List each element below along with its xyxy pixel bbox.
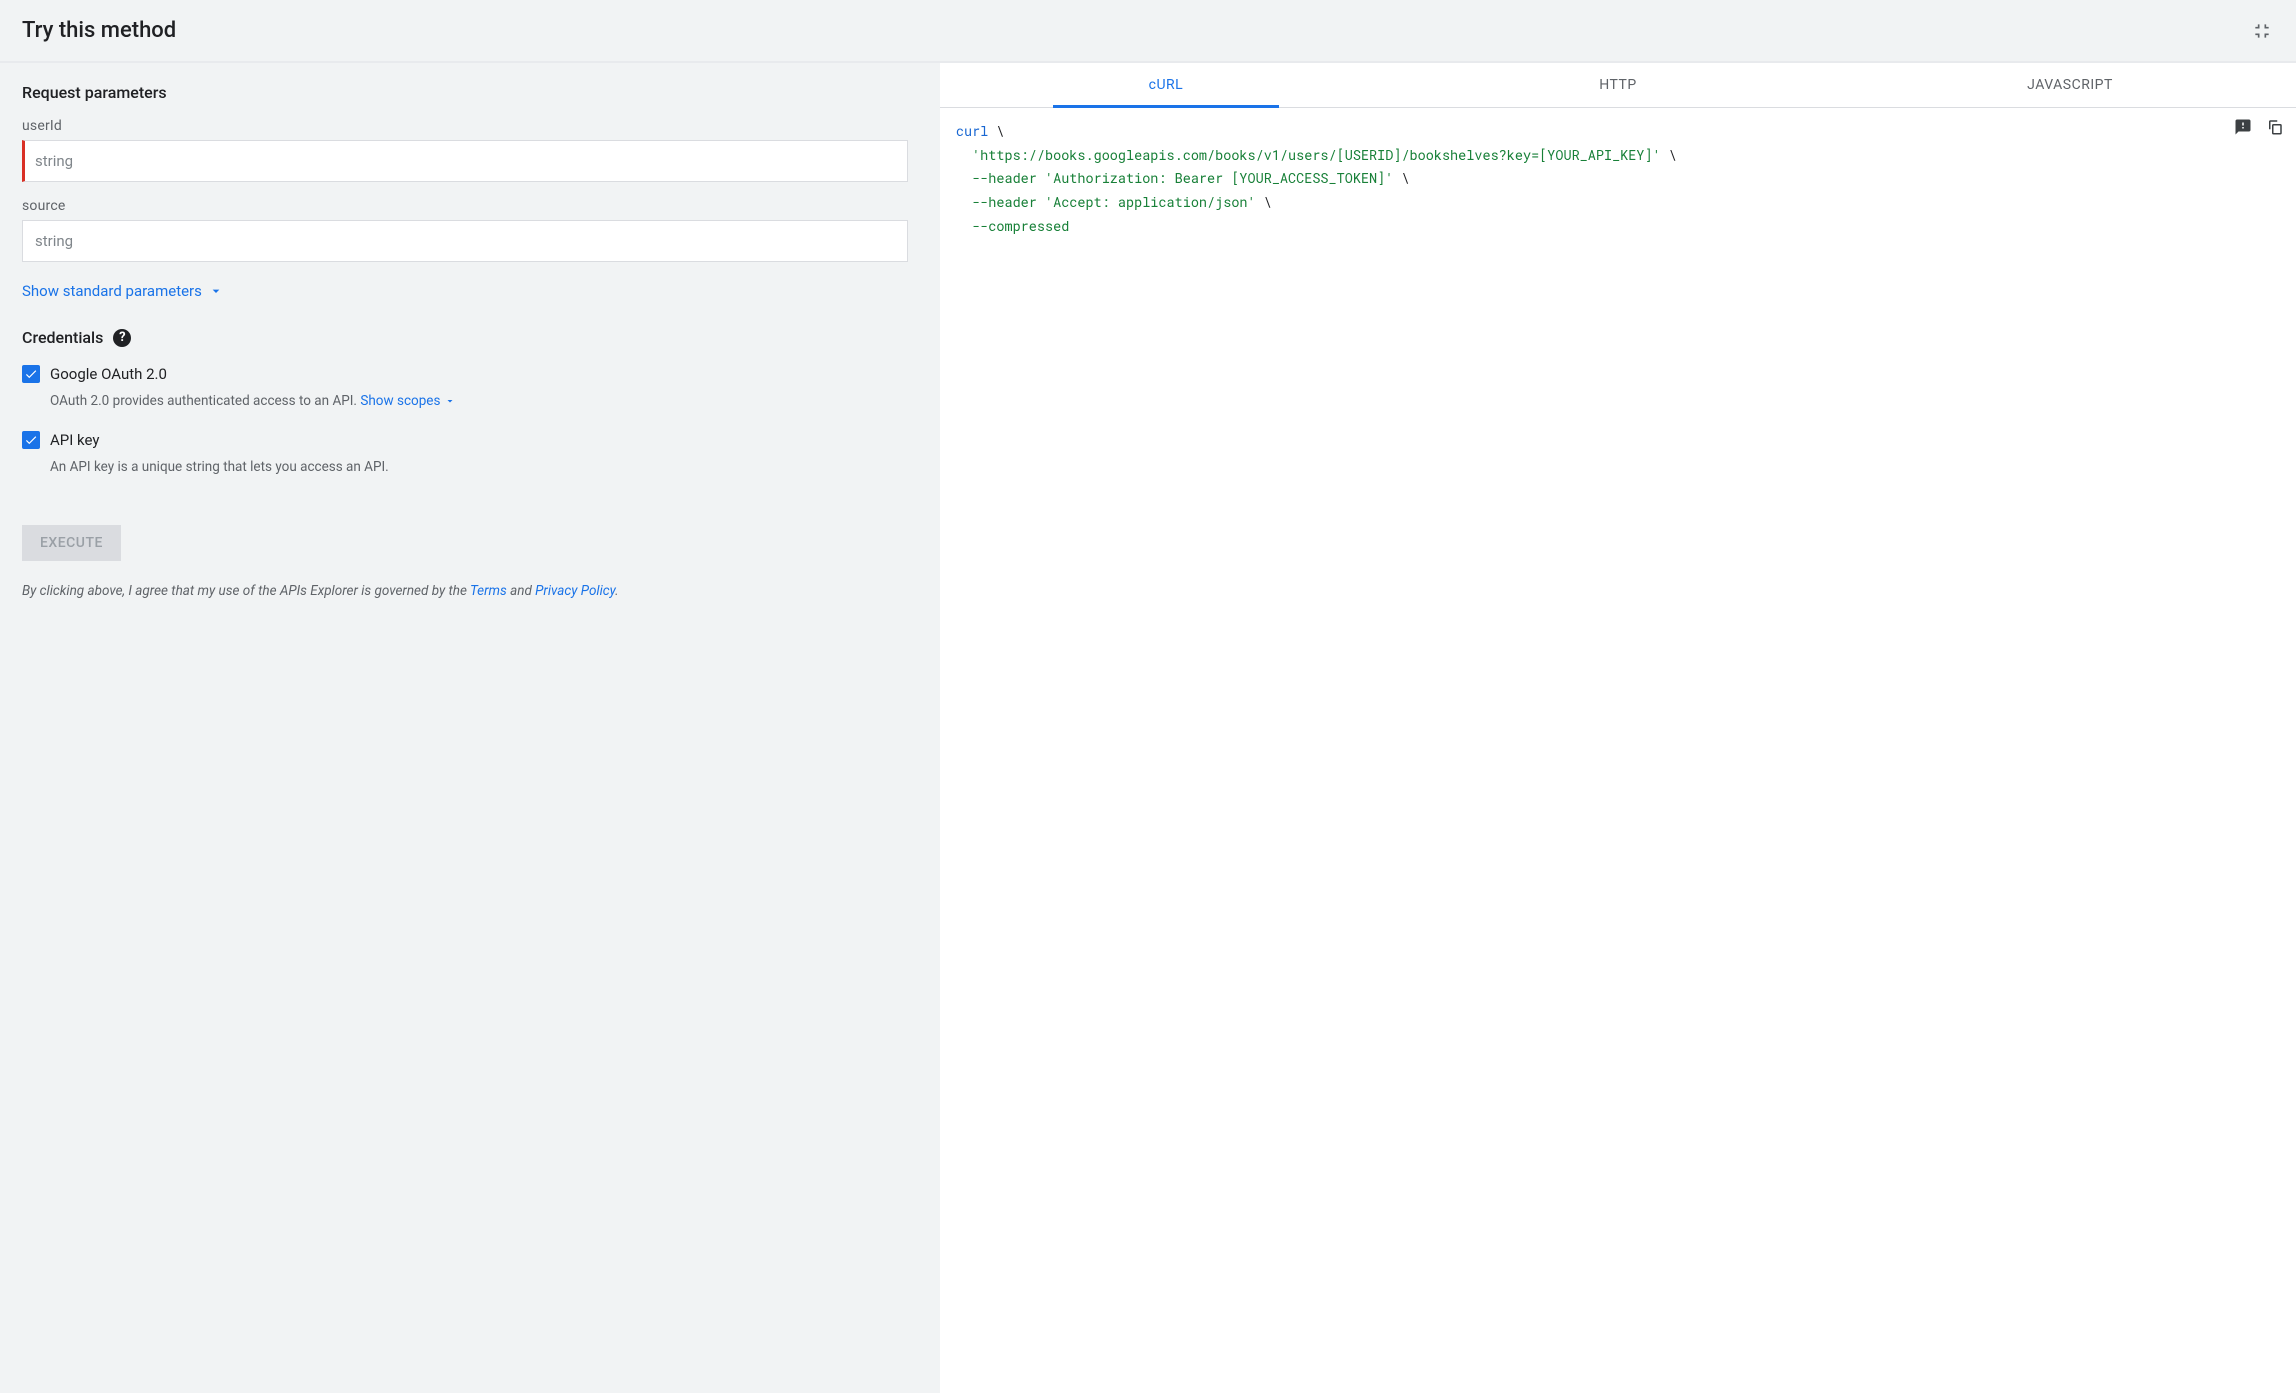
code-auth: 'Authorization: Bearer [YOUR_ACCESS_TOKE… (1037, 169, 1393, 187)
request-params-title: Request parameters (22, 83, 908, 102)
disclaimer-mid: and (507, 583, 535, 599)
chevron-down-icon (208, 283, 224, 299)
oauth-desc: OAuth 2.0 provides authenticated access … (50, 393, 360, 409)
show-scopes-link[interactable]: Show scopes (360, 393, 456, 409)
code-url: 'https://books.googleapis.com/books/v1/u… (972, 146, 1661, 164)
copy-button[interactable] (2264, 116, 2286, 138)
oauth-checkbox[interactable] (22, 365, 40, 383)
page-title: Try this method (22, 18, 176, 43)
header: Try this method (0, 0, 2296, 63)
code-backslash: \ (1661, 146, 1677, 164)
apikey-desc: An API key is a unique string that lets … (50, 459, 908, 475)
right-panel: cURL HTTP JAVASCRIPT curl \ 'https://boo… (940, 63, 2296, 1393)
code-backslash: \ (988, 122, 1004, 140)
oauth-label: Google OAuth 2.0 (50, 365, 167, 383)
apikey-checkbox[interactable] (22, 431, 40, 449)
tab-javascript[interactable]: JAVASCRIPT (1844, 63, 2296, 107)
code-accept: 'Accept: application/json' (1037, 193, 1256, 211)
collapse-button[interactable] (2250, 19, 2274, 43)
code-curl-kw: curl (956, 122, 988, 140)
disclaimer-pre: By clicking above, I agree that my use o… (22, 583, 470, 599)
privacy-link[interactable]: Privacy Policy (535, 583, 615, 599)
help-icon[interactable]: ? (113, 329, 131, 347)
left-panel: Request parameters userId source Show st… (0, 63, 930, 1393)
tab-curl[interactable]: cURL (940, 63, 1392, 107)
disclaimer-post: . (615, 583, 618, 599)
chevron-down-icon (444, 395, 456, 407)
check-icon (24, 433, 38, 447)
tab-http[interactable]: HTTP (1392, 63, 1844, 107)
show-standard-params-label: Show standard parameters (22, 282, 202, 300)
apikey-label: API key (50, 431, 99, 449)
credentials-title: Credentials (22, 328, 103, 347)
check-icon (24, 367, 38, 381)
code-tabs: cURL HTTP JAVASCRIPT (940, 63, 2296, 108)
userid-label: userId (22, 118, 908, 134)
source-input[interactable] (22, 220, 908, 262)
source-label: source (22, 198, 908, 214)
code-backslash: \ (1256, 193, 1272, 211)
code-sample: curl \ 'https://books.googleapis.com/boo… (940, 108, 2296, 250)
code-compressed: --compressed (972, 217, 1069, 235)
userid-input[interactable] (22, 140, 908, 182)
terms-link[interactable]: Terms (470, 583, 507, 599)
disclaimer: By clicking above, I agree that my use o… (22, 581, 908, 602)
execute-button[interactable]: EXECUTE (22, 525, 121, 561)
show-scopes-label: Show scopes (360, 393, 440, 409)
code-backslash: \ (1393, 169, 1409, 187)
show-standard-params-link[interactable]: Show standard parameters (22, 282, 224, 300)
feedback-icon (2234, 118, 2252, 136)
code-hdr2: --header (972, 193, 1037, 211)
code-hdr1: --header (972, 169, 1037, 187)
copy-icon (2266, 118, 2284, 136)
feedback-button[interactable] (2232, 116, 2254, 138)
collapse-icon (2252, 21, 2272, 41)
